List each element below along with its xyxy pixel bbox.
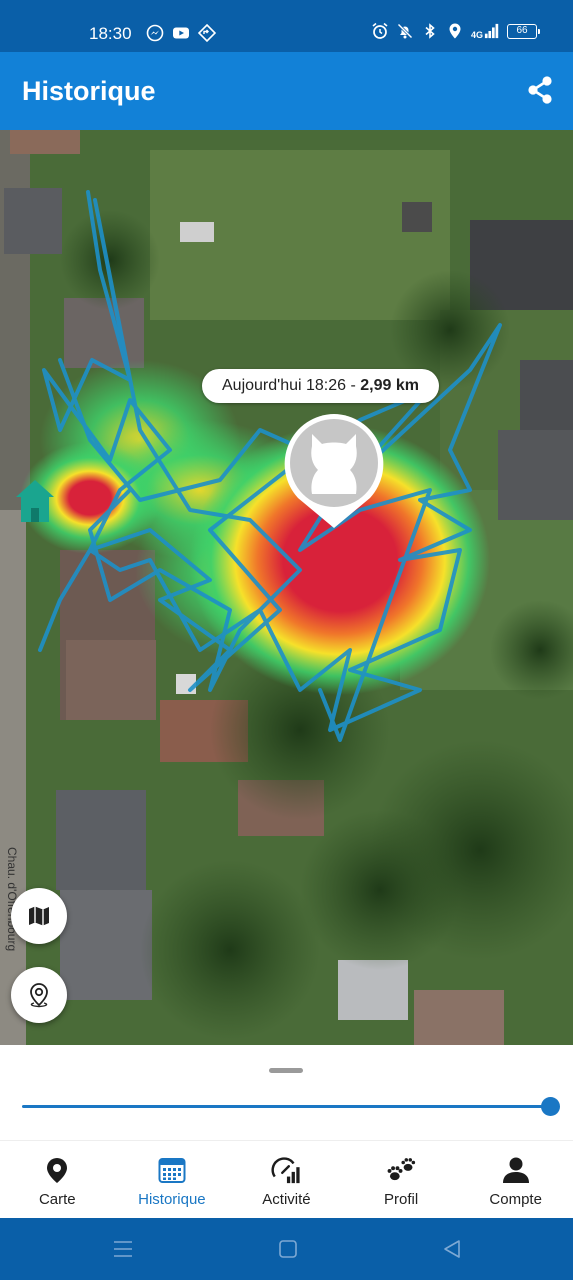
cat-avatar-icon[interactable]: [282, 412, 386, 530]
home-button-icon[interactable]: [276, 1238, 300, 1260]
nav-item-carte[interactable]: Carte: [0, 1141, 115, 1218]
map-view[interactable]: Aujourd'hui 18:26 - 2,99 km Chau. d'Offe…: [0, 130, 573, 1045]
person-icon: [502, 1157, 529, 1183]
app-bar: Historique: [0, 52, 573, 130]
nav-label-carte: Carte: [38, 1191, 76, 1208]
share-icon: [528, 76, 552, 104]
bell-muted-icon: [397, 23, 413, 39]
status-notification-icons: [146, 24, 216, 42]
position-time-text: Aujourd'hui 18:26 -: [222, 377, 361, 394]
position-distance-text: 2,99 km: [360, 377, 419, 394]
bluetooth-icon: [425, 23, 435, 39]
messenger-icon: [146, 24, 164, 42]
page-title: Historique: [22, 76, 156, 106]
nav-item-profil[interactable]: Profil: [344, 1141, 459, 1218]
slider-track: [22, 1105, 550, 1108]
nav-label-historique: Historique: [138, 1191, 206, 1208]
youtube-icon: [173, 27, 189, 39]
timeline-slider[interactable]: [22, 1095, 560, 1117]
share-button[interactable]: [523, 73, 557, 107]
nav-item-historique[interactable]: Historique: [115, 1141, 230, 1218]
status-bar: 18:30 4G 66: [0, 0, 573, 52]
map-icon: [29, 906, 49, 926]
status-system-icons: 4G 66: [371, 22, 540, 40]
slider-thumb[interactable]: [540, 1097, 560, 1116]
navigation-app-icon: [198, 24, 216, 42]
map-pin-icon: [47, 1158, 68, 1183]
map-type-button[interactable]: [11, 888, 67, 944]
paw-icon: [387, 1158, 416, 1181]
activity-gauge-icon: [272, 1157, 301, 1184]
system-navigation-bar: [0, 1218, 573, 1280]
locate-button[interactable]: [11, 967, 67, 1023]
nav-item-activite[interactable]: Activité: [229, 1141, 344, 1218]
nav-label-activite: Activité: [262, 1191, 311, 1208]
signal-icon: [484, 23, 499, 39]
bottom-navigation: Carte Historique Activité Profil Compte: [0, 1140, 573, 1218]
position-time-label: Aujourd'hui 18:26 - 2,99 km: [202, 369, 439, 403]
satellite-heatmap: [0, 130, 573, 1045]
recent-apps-icon[interactable]: [111, 1238, 135, 1260]
nav-label-profil: Profil: [383, 1191, 419, 1208]
nav-item-compte[interactable]: Compte: [458, 1141, 573, 1218]
timeline-sheet: [0, 1045, 573, 1140]
network-type-label: 4G: [470, 30, 483, 40]
back-icon[interactable]: [440, 1238, 464, 1260]
drag-handle[interactable]: [269, 1068, 303, 1073]
calendar-icon: [158, 1158, 186, 1183]
nav-label-compte: Compte: [489, 1191, 542, 1208]
home-icon[interactable]: [14, 478, 56, 526]
location-pin-icon: [30, 983, 48, 1008]
status-time: 18:30: [89, 24, 132, 43]
battery-icon: 66: [507, 23, 540, 39]
alarm-icon: [372, 22, 388, 39]
location-icon: [449, 23, 461, 39]
